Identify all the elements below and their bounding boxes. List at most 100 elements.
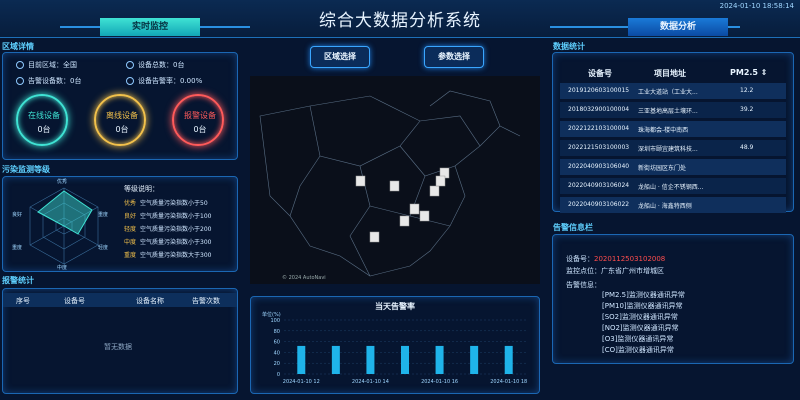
cell-id: 2022040903106022 — [568, 201, 630, 208]
map-view[interactable]: © 2024 AutoNavi — [250, 76, 540, 284]
radar-label-bottom-right: 轻度 — [98, 245, 109, 251]
alarm-line: [O3]监测仪器通讯异常 — [602, 335, 674, 343]
table-row[interactable]: 2022121503100003 深圳市颐宜建筑科技... 48.9 — [560, 140, 786, 156]
alarm-device-row: 设备号：2020112503102008 — [566, 255, 666, 263]
radar-label-left: 良好 — [12, 212, 23, 218]
table-row[interactable]: 2022040903106024 龙船山 · 信企不锈钢西... — [560, 178, 786, 194]
alarm-line: [PM2.5]监测仪器通讯异常 — [602, 291, 685, 299]
level-row: 优秀 空气质量污染指数小于50 — [124, 198, 208, 207]
level-name: 重度 — [124, 252, 137, 259]
chart-bar — [435, 345, 444, 374]
ring-stat-0: 在线设备 0台 — [16, 94, 68, 146]
chart-title: 当天告警率 — [375, 302, 415, 311]
y-tick-label: 60 — [274, 340, 280, 346]
tab-realtime-monitor[interactable]: 实时监控 — [100, 18, 200, 36]
table-row[interactable]: 2018032900100004 三亚基地高层土壤环... 39.2 — [560, 102, 786, 118]
alarm-line: [PM10]监测仪器通讯异常 — [602, 302, 683, 310]
radar-label-top: 优秀 — [57, 179, 68, 185]
y-tick-label: 80 — [274, 329, 280, 335]
ring-label: 报警设备 — [184, 111, 216, 120]
table-row[interactable]: 2019120603100015 工业大道站（工业大... 12.2 — [560, 83, 786, 99]
cell-addr: 深圳市颐宜建筑科技... — [638, 146, 698, 153]
pollution-radar — [29, 187, 99, 265]
col-alarm-count: 告警次数 — [192, 297, 220, 305]
level-row: 重度 空气质量污染指数大于300 — [124, 250, 211, 259]
cell-addr: 新街坊园区东门处 — [638, 165, 687, 172]
level-name: 轻度 — [124, 226, 137, 233]
level-name: 优秀 — [124, 200, 137, 207]
level-row: 轻度 空气质量污染指数小于200 — [124, 224, 211, 233]
chart-bar — [470, 345, 479, 374]
radar-area — [37, 190, 93, 235]
col-device-name: 设备名称 — [136, 297, 164, 305]
radar-label-right: 重度 — [98, 212, 109, 218]
level-legend-title: 等级说明： — [124, 185, 159, 193]
level-desc: 空气质量污染指数大于300 — [140, 252, 212, 259]
cell-addr: 工业大道站（工业大... — [638, 89, 698, 96]
level-desc: 空气质量污染指数小于100 — [140, 213, 212, 220]
chart-bar — [297, 345, 306, 374]
sort-icon[interactable]: ⇕ — [761, 68, 768, 77]
tab-data-analysis[interactable]: 数据分析 — [628, 18, 728, 36]
chart-bar — [366, 345, 375, 374]
col-device-id: 设备号 — [64, 297, 85, 305]
col-stat-device: 设备号 — [588, 69, 612, 78]
alarm-icon — [16, 77, 24, 85]
page-title: 综合大数据分析系统 — [319, 11, 481, 31]
ring-label: 在线设备 — [28, 111, 60, 120]
alarm-line: [NO2]监测仪器通讯异常 — [602, 324, 679, 332]
col-index: 序号 — [16, 297, 30, 305]
ring-value: 0台 — [37, 125, 51, 134]
radar-label-bottom: 中度 — [57, 265, 68, 271]
ring-value: 0台 — [193, 125, 207, 134]
alarm-line: [SO2]监测仪器通讯异常 — [602, 313, 678, 321]
y-tick-label: 20 — [274, 361, 280, 367]
level-row: 良好 空气质量污染指数小于100 — [124, 211, 211, 220]
cell-pm: 39.2 — [740, 106, 754, 113]
level-desc: 空气质量污染指数小于50 — [140, 200, 208, 207]
alarm-line: [CO]监测仪器通讯异常 — [602, 346, 674, 354]
y-tick-label: 0 — [277, 372, 280, 378]
cell-id: 2022122103100004 — [568, 125, 630, 132]
y-tick-label: 100 — [270, 318, 280, 324]
chart-bar — [401, 345, 409, 374]
cell-addr: 龙船山 · 海鑫特西侧 — [638, 203, 692, 210]
alarm-location: 监控点位：广东省广州市增城区 — [566, 267, 664, 275]
device-icon — [126, 61, 134, 69]
alarm-stats-title: 报警统计 — [2, 276, 34, 285]
x-tick-label: 2024-01-10 14 — [352, 379, 389, 385]
map-credit: © 2024 AutoNavi — [282, 275, 326, 281]
chart-bar — [331, 345, 340, 374]
target-area: 目前区域：全国 — [16, 60, 77, 70]
empty-placeholder: 暂无数据 — [104, 343, 132, 351]
cell-id: 2022121503100003 — [568, 144, 630, 151]
ring-value: 0台 — [115, 125, 129, 134]
y-tick-label: 40 — [274, 350, 280, 356]
x-tick-label: 2024-01-10 16 — [421, 379, 458, 385]
cell-pm: 12.2 — [740, 87, 754, 94]
region-title: 区域详情 — [2, 42, 34, 51]
alarm-count: 告警设备数：0台 — [16, 76, 81, 86]
table-row[interactable]: 2022040903106040 新街坊园区东门处 — [560, 159, 786, 175]
cell-pm: 48.9 — [740, 144, 754, 151]
datetime-display: 2024-01-10 18:58:14 — [719, 2, 794, 10]
col-stat-address: 项目地址 — [654, 69, 686, 78]
cell-id: 2022040903106024 — [568, 182, 630, 189]
pie-icon — [126, 77, 134, 85]
cell-id: 2022040903106040 — [568, 163, 630, 170]
region-select-button[interactable]: 区域选择 — [310, 46, 370, 68]
param-select-button[interactable]: 参数选择 — [424, 46, 484, 68]
level-desc: 空气质量污染指数小于200 — [140, 226, 212, 233]
device-total: 设备总数：0台 — [126, 60, 184, 70]
alarm-rate: 设备告警率：0.00% — [126, 76, 202, 86]
table-row[interactable]: 2022040903106022 龙船山 · 海鑫特西侧 — [560, 197, 786, 213]
ring-stat-2: 报警设备 0台 — [172, 94, 224, 146]
table-row[interactable]: 2022122103100004 珠海都会-楼中南西 — [560, 121, 786, 137]
ring-stat-1: 离线设备 0台 — [94, 94, 146, 146]
pollution-title: 污染监测等级 — [2, 165, 50, 174]
cell-id: 2019120603100015 — [568, 87, 630, 94]
level-name: 良好 — [124, 213, 137, 220]
col-stat-pm25: PM2.5 ⇕ — [730, 68, 768, 77]
chart-bar — [504, 345, 513, 374]
alarm-device-id: 2020112503102008 — [594, 255, 666, 263]
